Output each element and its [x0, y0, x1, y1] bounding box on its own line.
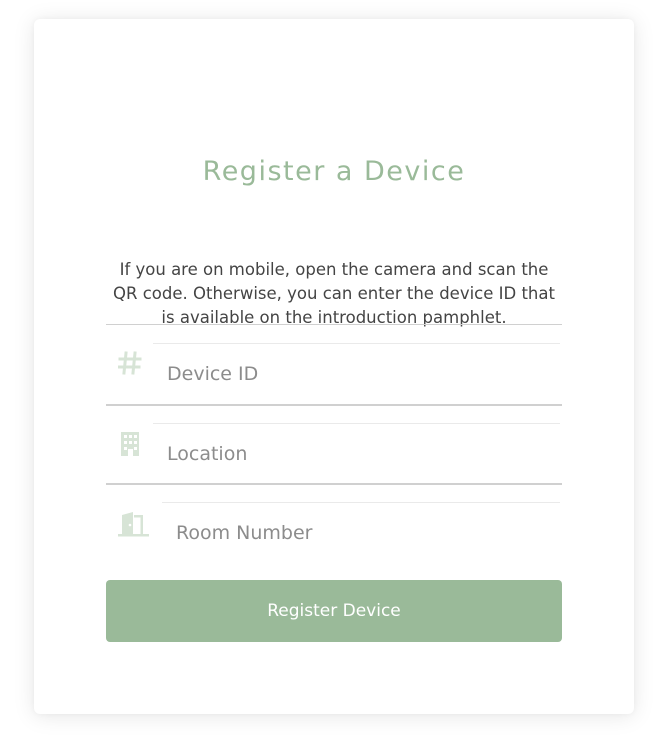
register-device-button[interactable]: Register Device	[106, 580, 562, 642]
intro-text: If you are on mobile, open the camera an…	[113, 259, 555, 327]
device-id-row	[106, 324, 562, 406]
location-input[interactable]	[153, 423, 560, 483]
page-title: Register a Device	[202, 156, 466, 188]
room-number-input[interactable]	[162, 502, 560, 562]
hash-icon	[118, 351, 142, 375]
building-icon	[118, 431, 142, 456]
room-number-row	[106, 485, 562, 563]
location-row	[106, 405, 562, 485]
door-icon	[118, 511, 150, 537]
device-id-input[interactable]	[153, 343, 560, 403]
register-device-card: Register a Device If you are on mobile, …	[34, 19, 634, 714]
